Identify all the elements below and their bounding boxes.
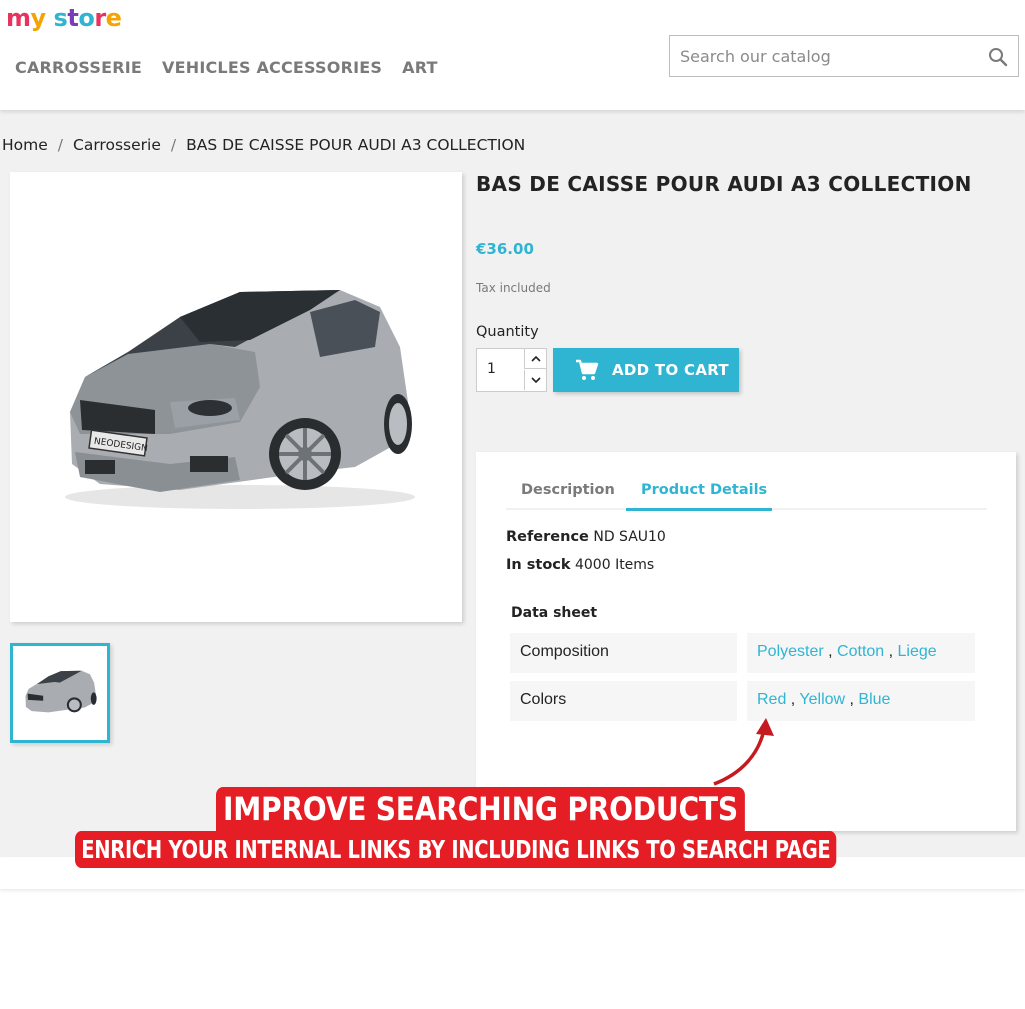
- main-nav: CARROSSERIE VEHICLES ACCESSORIES ART: [15, 58, 438, 77]
- breadcrumb-separator: /: [170, 136, 177, 154]
- data-sheet-value-cell: Red , Yellow , Blue: [747, 681, 975, 721]
- search-box: [669, 35, 1019, 77]
- stock-value: 4000 Items: [574, 557, 655, 573]
- feature-link[interactable]: Cotton: [837, 643, 884, 660]
- quantity-label: Quantity: [476, 324, 539, 340]
- data-sheet-value-cell: Polyester , Cotton , Liege: [747, 633, 975, 673]
- nav-item-art[interactable]: ART: [402, 58, 438, 77]
- feature-link[interactable]: Blue: [858, 691, 890, 708]
- tab-description[interactable]: Description: [521, 482, 615, 498]
- reference-label: Reference: [506, 529, 589, 545]
- reference-line: Reference ND SAU10: [506, 529, 666, 545]
- feature-link[interactable]: Yellow: [799, 691, 845, 708]
- quantity-input[interactable]: 1: [487, 361, 496, 377]
- nav-item-carrosserie[interactable]: CARROSSERIE: [15, 58, 142, 77]
- feature-link[interactable]: Red: [757, 691, 786, 708]
- tab-bar: Description Product Details: [506, 478, 987, 511]
- breadcrumb: Home / Carrosserie / BAS DE CAISSE POUR …: [2, 136, 525, 154]
- stock-label: In stock: [506, 557, 571, 573]
- data-sheet-title: Data sheet: [511, 605, 598, 621]
- main-content: Home / Carrosserie / BAS DE CAISSE POUR …: [0, 110, 1025, 857]
- reference-value: ND SAU10: [593, 529, 666, 545]
- breadcrumb-home[interactable]: Home: [2, 136, 48, 154]
- tax-note: Tax included: [476, 281, 551, 295]
- site-header: my store CARROSSERIE VEHICLES ACCESSORIE…: [0, 0, 1025, 110]
- data-sheet-name-cell: Composition: [510, 633, 737, 673]
- stock-line: In stock 4000 Items: [506, 557, 654, 573]
- active-tab-indicator: [626, 508, 772, 511]
- quantity-increase-button[interactable]: [524, 349, 546, 369]
- tab-product-details[interactable]: Product Details: [641, 482, 767, 498]
- feature-link[interactable]: Polyester: [757, 643, 824, 660]
- feature-link[interactable]: Liege: [898, 643, 937, 660]
- product-thumbnail[interactable]: [10, 643, 110, 743]
- add-to-cart-button[interactable]: ADD TO CART: [553, 348, 739, 392]
- search-input[interactable]: [680, 36, 980, 76]
- breadcrumb-separator: /: [57, 136, 64, 154]
- car-thumbnail-image: [25, 670, 97, 713]
- promo-headline: IMPROVE SEARCHING PRODUCTS: [216, 787, 745, 832]
- nav-item-vehicles-accessories[interactable]: VEHICLES ACCESSORIES: [162, 58, 382, 77]
- data-sheet-name: Colors: [520, 691, 567, 708]
- data-sheet-name: Composition: [520, 643, 609, 660]
- product-price: €36.00: [476, 240, 534, 258]
- chevron-down-icon: [531, 377, 541, 384]
- callout-arrow-icon: [713, 718, 774, 786]
- promo-subline: ENRICH YOUR INTERNAL LINKS BY INCLUDING …: [75, 831, 837, 868]
- car-image: NEODESIGN: [65, 290, 415, 509]
- quantity-decrease-button[interactable]: [524, 370, 546, 390]
- quantity-stepper: 1: [476, 348, 547, 392]
- store-logo[interactable]: my store: [6, 4, 122, 32]
- product-title: BAS DE CAISSE POUR AUDI A3 COLLECTION: [476, 172, 972, 196]
- search-icon[interactable]: [988, 47, 1008, 67]
- product-cover-image[interactable]: NEODESIGN: [10, 172, 462, 622]
- chevron-up-icon: [531, 355, 541, 362]
- add-to-cart-label: ADD TO CART: [612, 361, 729, 379]
- breadcrumb-category[interactable]: Carrosserie: [73, 136, 161, 154]
- breadcrumb-current: BAS DE CAISSE POUR AUDI A3 COLLECTION: [186, 136, 526, 154]
- shopping-cart-icon: [576, 359, 599, 380]
